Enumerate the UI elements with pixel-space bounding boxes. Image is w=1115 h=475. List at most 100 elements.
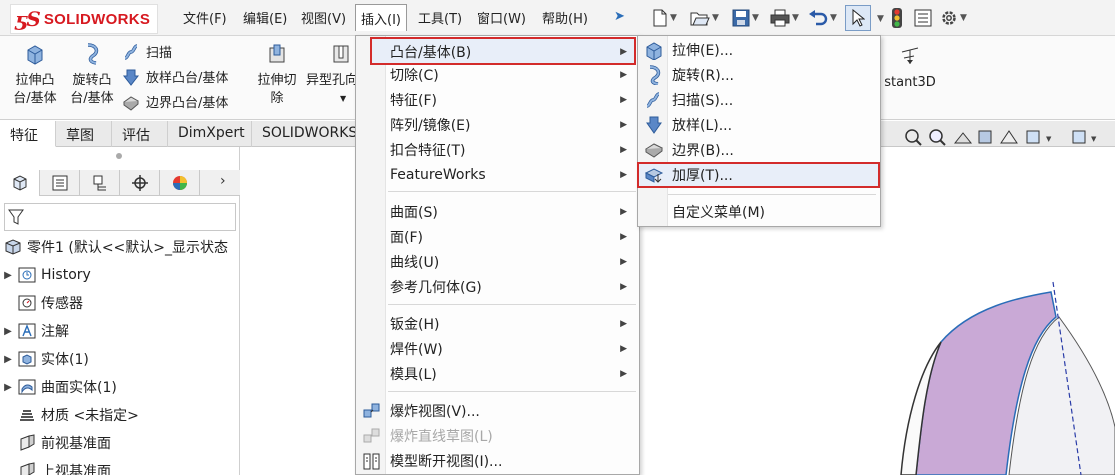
menu-item-label: 阵列/镜像(E)	[390, 117, 471, 134]
menu-item-pattern-mirror[interactable]: 阵列/镜像(E) ▶	[390, 112, 635, 137]
tree-item-annotations[interactable]: ▶ 注解	[0, 319, 69, 343]
revolve-boss-button[interactable]: 旋转凸 台/基体	[67, 42, 117, 108]
tab-solidworks-addins[interactable]: SOLIDWORKS	[252, 121, 356, 147]
tree-root-part[interactable]: 零件1 (默认<<默认>_显示状态	[2, 235, 228, 259]
tree-item-material[interactable]: 材质 <未指定>	[0, 403, 139, 427]
model-surface[interactable]	[881, 277, 1115, 475]
options-button[interactable]: ▼	[940, 7, 967, 29]
revolve-boss-label-1: 旋转凸	[72, 73, 112, 88]
pin-icon[interactable]: ➤	[614, 9, 625, 24]
annotation-icon	[18, 323, 36, 339]
submenu-arrow-icon: ▶	[620, 368, 627, 379]
menu-item-weldments[interactable]: 焊件(W) ▶	[390, 336, 635, 361]
submenu-item-label: 放样(L)...	[672, 117, 733, 134]
loft-label: 放样凸台/基体	[146, 71, 229, 86]
menu-item-exploded-view[interactable]: 爆炸视图(V)...	[390, 398, 635, 423]
tree-item-sensors[interactable]: 传感器	[0, 291, 83, 315]
select-dropdown-icon[interactable]: ▼	[877, 14, 884, 24]
menu-item-label: 凸台/基体(B)	[390, 44, 472, 61]
tab-sketch[interactable]: 草图	[56, 121, 112, 147]
dimxpert-manager-tab[interactable]	[120, 170, 160, 196]
menu-item-label: 曲面(S)	[390, 204, 438, 221]
display-manager-tab[interactable]	[160, 170, 200, 196]
menu-tools[interactable]: 工具(T)	[418, 8, 462, 27]
boundary-boss-button[interactable]: 边界凸台/基体	[122, 92, 228, 111]
print-button[interactable]: ▼	[770, 7, 799, 29]
menu-file[interactable]: 文件(F)	[183, 8, 227, 27]
instant3d-button[interactable]: stant3D	[880, 44, 940, 92]
submenu-item-thicken[interactable]: 加厚(T)...	[672, 162, 872, 187]
expand-arrow-icon[interactable]: ▶	[0, 326, 16, 337]
expand-arrow-icon[interactable]: ▶	[0, 354, 16, 365]
instant3d-icon	[901, 47, 919, 64]
menu-help[interactable]: 帮助(H)	[542, 8, 588, 27]
submenu-arrow-icon: ▶	[620, 281, 627, 292]
tree-root-label: 零件1 (默认<<默认>_显示状态	[27, 240, 229, 256]
menu-item-surface[interactable]: 曲面(S) ▶	[390, 199, 635, 224]
menu-view[interactable]: 视图(V)	[301, 8, 346, 27]
tree-filter-input[interactable]	[4, 203, 236, 231]
submenu-arrow-icon: ▶	[620, 318, 627, 329]
menu-item-sheet-metal[interactable]: 钣金(H) ▶	[390, 311, 635, 336]
tree-item-front-plane[interactable]: 前视基准面	[0, 431, 111, 455]
loft-boss-button[interactable]: 放样凸台/基体	[122, 67, 228, 86]
configuration-manager-tab[interactable]	[80, 170, 120, 196]
zoom-area-icon	[929, 129, 946, 146]
save-button[interactable]: ▼	[732, 7, 759, 29]
menu-item-label: 爆炸直线草图(L)	[390, 428, 493, 445]
save-icon	[732, 9, 750, 27]
submenu-item-extrude[interactable]: 拉伸(E)...	[672, 37, 872, 62]
menu-item-molds[interactable]: 模具(L) ▶	[390, 361, 635, 386]
new-document-button[interactable]: ▼	[652, 7, 677, 29]
menu-window[interactable]: 窗口(W)	[477, 8, 526, 27]
submenu-item-boundary[interactable]: 边界(B)...	[672, 137, 872, 162]
menu-item-reference-geometry[interactable]: 参考几何体(G) ▶	[390, 274, 635, 299]
menu-insert[interactable]: 插入(I)	[355, 4, 407, 31]
panel-grip[interactable]	[116, 153, 122, 159]
submenu-item-sweep[interactable]: 扫描(S)...	[672, 87, 872, 112]
menu-item-featureworks[interactable]: FeatureWorks ▶	[390, 162, 635, 187]
menu-item-model-break-view[interactable]: 模型断开视图(I)...	[390, 448, 635, 473]
sweep-label: 扫描	[146, 46, 173, 61]
submenu-arrow-icon: ▶	[620, 119, 627, 130]
file-properties-button[interactable]	[914, 7, 932, 29]
plane-icon	[20, 462, 35, 475]
heads-up-view-toolbar[interactable]: ▼ ▼	[901, 127, 1111, 151]
hole-wizard-label: 异型孔向	[306, 73, 358, 88]
undo-button[interactable]: ▼	[808, 7, 837, 29]
svg-text:▼: ▼	[1091, 135, 1097, 143]
menu-edit[interactable]: 编辑(E)	[243, 8, 287, 27]
menu-item-features[interactable]: 特征(F) ▶	[390, 87, 635, 112]
property-manager-tab[interactable]	[40, 170, 80, 196]
extrude-boss-button[interactable]: 拉伸凸 台/基体	[10, 42, 60, 108]
tree-item-history[interactable]: ▶ History	[0, 263, 91, 287]
submenu-item-customize-menu[interactable]: 自定义菜单(M)	[672, 199, 872, 224]
tree-item-solid-bodies[interactable]: ▶ 实体(1)	[0, 347, 89, 371]
hole-wizard-button[interactable]: 异型孔向 ▼	[306, 42, 358, 108]
menu-item-curve[interactable]: 曲线(U) ▶	[390, 249, 635, 274]
select-button[interactable]	[845, 5, 871, 31]
submenu-item-loft[interactable]: 放样(L)...	[672, 112, 872, 137]
svg-text:▼: ▼	[1046, 135, 1052, 143]
menu-item-face[interactable]: 面(F) ▶	[390, 224, 635, 249]
solidworks-logo[interactable]: ƽS SOLIDWORKS	[10, 4, 158, 34]
expand-arrow-icon[interactable]: ▶	[0, 382, 16, 393]
model-break-view-icon	[363, 453, 380, 470]
tab-features[interactable]: 特征	[0, 121, 56, 147]
tab-dimxpert[interactable]: DimXpert	[168, 121, 252, 147]
menu-item-cut[interactable]: 切除(C) ▶	[390, 62, 635, 87]
sweep-button[interactable]: 扫描	[122, 42, 172, 61]
tree-item-surface-bodies[interactable]: ▶ 曲面实体(1)	[0, 375, 117, 399]
hole-wizard-icon	[333, 45, 349, 63]
submenu-item-revolve[interactable]: 旋转(R)...	[672, 62, 872, 87]
panel-tabs-scroll-right[interactable]: ›	[220, 173, 226, 189]
menu-item-fastening-features[interactable]: 扣合特征(T) ▶	[390, 137, 635, 162]
expand-arrow-icon[interactable]: ▶	[0, 270, 16, 281]
open-button[interactable]: ▼	[690, 7, 719, 29]
tab-evaluate[interactable]: 评估	[112, 121, 168, 147]
menu-item-boss-base[interactable]: 凸台/基体(B) ▶	[390, 39, 635, 64]
extrude-cut-button[interactable]: 拉伸切 除	[252, 42, 302, 108]
feature-tree-tab[interactable]	[0, 170, 40, 196]
tree-item-top-plane[interactable]: 上视基准面	[0, 459, 111, 475]
rebuild-button[interactable]	[891, 7, 903, 29]
